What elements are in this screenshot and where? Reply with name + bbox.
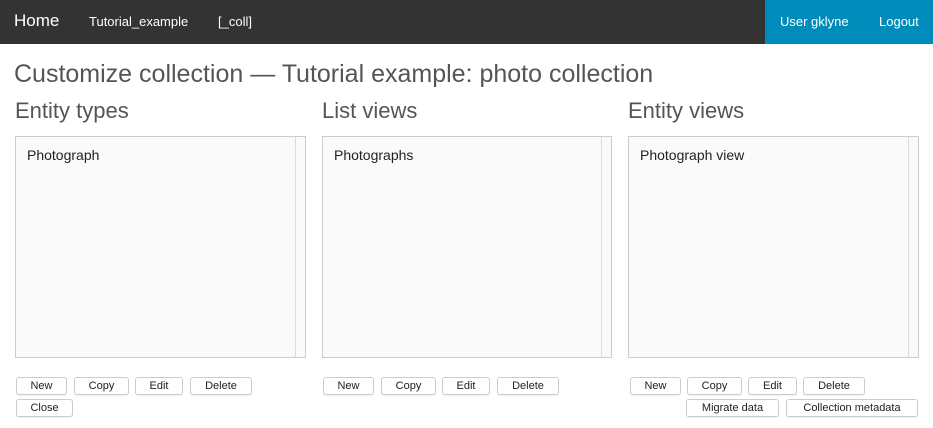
user-link[interactable]: User gklyne (780, 14, 849, 29)
logout-link[interactable]: Logout (879, 14, 919, 29)
entity-types-list[interactable]: Photograph (15, 136, 306, 358)
list-item-photograph[interactable]: Photograph (27, 147, 99, 163)
home-link[interactable]: Home (14, 11, 59, 31)
list-item-photograph-view[interactable]: Photograph view (640, 147, 744, 163)
close-button[interactable]: Close (16, 399, 73, 417)
list-item-photographs[interactable]: Photographs (334, 147, 413, 163)
list-scrollbar[interactable] (601, 137, 602, 357)
entity-type-copy-button[interactable]: Copy (74, 377, 129, 395)
list-scrollbar[interactable] (295, 137, 296, 357)
list-view-delete-button[interactable]: Delete (497, 377, 559, 395)
collection-metadata-button[interactable]: Collection metadata (786, 399, 918, 417)
entity-view-new-button[interactable]: New (630, 377, 681, 395)
entity-types-heading: Entity types (15, 98, 129, 123)
entity-type-edit-button[interactable]: Edit (135, 377, 183, 395)
migrate-data-button[interactable]: Migrate data (686, 399, 779, 417)
coll-type-link[interactable]: [_coll] (218, 14, 252, 29)
list-view-edit-button[interactable]: Edit (442, 377, 490, 395)
list-views-heading: List views (322, 98, 418, 123)
list-views-list[interactable]: Photographs (322, 136, 612, 358)
list-scrollbar[interactable] (908, 137, 909, 357)
entity-views-list[interactable]: Photograph view (628, 136, 919, 358)
list-view-copy-button[interactable]: Copy (381, 377, 436, 395)
entity-type-new-button[interactable]: New (16, 377, 67, 395)
entity-view-copy-button[interactable]: Copy (687, 377, 742, 395)
page-title: Customize collection — Tutorial example:… (14, 60, 654, 88)
user-panel: User gklyne Logout (765, 0, 933, 44)
entity-view-delete-button[interactable]: Delete (803, 377, 865, 395)
list-view-new-button[interactable]: New (323, 377, 374, 395)
top-navigation-bar: Home Tutorial_example [_coll] User gklyn… (0, 0, 933, 44)
entity-view-edit-button[interactable]: Edit (748, 377, 797, 395)
entity-type-delete-button[interactable]: Delete (190, 377, 252, 395)
entity-views-heading: Entity views (628, 98, 745, 123)
collection-link[interactable]: Tutorial_example (89, 14, 188, 29)
